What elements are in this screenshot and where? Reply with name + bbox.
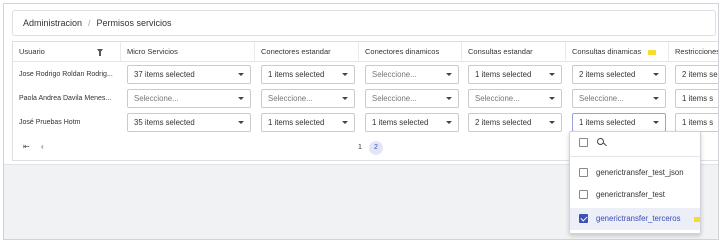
option-item-selected[interactable]: generictransfer_terceros (570, 208, 700, 230)
chevron-down-icon (342, 73, 348, 76)
select-all-row[interactable] (570, 132, 700, 154)
chevron-down-icon (549, 73, 555, 76)
app-frame: Administracion / Permisos servicios Usua… (3, 3, 719, 240)
restricciones-select[interactable]: 1 items s (675, 113, 718, 132)
option-label: generictransfer_terceros (596, 214, 681, 223)
select-value: 37 items selected (134, 70, 195, 79)
restricciones-select[interactable]: 1 items s (675, 89, 718, 108)
consultas-dinamicas-select[interactable]: Seleccione... (572, 89, 666, 108)
micro-servicios-select[interactable]: 35 items selected (127, 113, 251, 132)
header-consultas-dinamicas-label: Consultas dinamicas (572, 47, 642, 56)
breadcrumb-current: Permisos servicios (96, 18, 172, 28)
select-value: 2 items selected (475, 118, 532, 127)
highlight-marker (694, 217, 700, 222)
breadcrumb-separator: / (88, 18, 91, 28)
user-name: José Pruebas Hotm (19, 119, 81, 126)
select-value: 1 items selected (579, 118, 636, 127)
first-page-button[interactable]: ⇤ (23, 142, 30, 151)
select-placeholder: Seleccione... (475, 94, 520, 103)
micro-servicios-select[interactable]: Seleccione... (127, 89, 251, 108)
conectores-dinamicos-select[interactable]: 1 items selected (365, 113, 459, 132)
chevron-down-icon (446, 121, 452, 124)
select-placeholder: Seleccione... (268, 94, 313, 103)
user-name: Jose Rodrigo Roldan Rodrig... (19, 71, 113, 78)
select-value: 1 items selected (268, 118, 325, 127)
table-row: Paola Andrea Davila Menes... Seleccione.… (13, 87, 718, 111)
chevron-down-icon (446, 73, 452, 76)
chevron-down-icon (653, 73, 659, 76)
chevron-down-icon (238, 73, 244, 76)
select-value: 1 items s (682, 118, 714, 127)
conectores-estandar-select[interactable]: Seleccione... (261, 89, 355, 108)
conectores-estandar-select[interactable]: 1 items selected (261, 65, 355, 84)
chevron-down-icon (653, 121, 659, 124)
option-checkbox-checked[interactable] (579, 214, 588, 223)
restricciones-select[interactable]: 2 items se (675, 65, 718, 84)
select-value: 1 items selected (475, 70, 532, 79)
chevron-down-icon (238, 97, 244, 100)
select-value: 2 items se (682, 70, 718, 79)
header-restricciones[interactable]: Restricciones (669, 42, 718, 62)
divider (570, 156, 700, 157)
consultas-estandar-select[interactable]: 1 items selected (468, 65, 562, 84)
select-all-checkbox[interactable] (579, 138, 588, 147)
breadcrumb: Administracion / Permisos servicios (12, 10, 716, 36)
select-value: 1 items selected (372, 118, 429, 127)
consultas-estandar-select[interactable]: 2 items selected (468, 113, 562, 132)
header-consultas-estandar[interactable]: Consultas estandar (462, 42, 566, 62)
page-2-button[interactable]: 2 (369, 141, 383, 155)
page-1-button[interactable]: 1 (353, 141, 367, 155)
chevron-down-icon (238, 121, 244, 124)
option-item[interactable]: generictransfer_test_json (570, 162, 700, 184)
multiselect-dropdown: generictransfer_test_json generictransfe… (569, 131, 701, 234)
micro-servicios-select[interactable]: 37 items selected (127, 65, 251, 84)
highlight-marker (648, 50, 656, 55)
option-checkbox[interactable] (579, 190, 588, 199)
select-value: 35 items selected (134, 118, 195, 127)
table-row: Jose Rodrigo Roldan Rodrig... 37 items s… (13, 63, 718, 87)
select-placeholder: Seleccione... (372, 70, 417, 79)
select-value: 1 items selected (268, 70, 325, 79)
chevron-down-icon (549, 121, 555, 124)
consultas-estandar-select[interactable]: Seleccione... (468, 89, 562, 108)
chevron-down-icon (446, 97, 452, 100)
header-usuario-label: Usuario (19, 47, 45, 56)
grid-header: Usuario Micro Servicios Conectores estan… (13, 42, 718, 62)
select-value: 1 items s (682, 94, 714, 103)
chevron-down-icon (549, 97, 555, 100)
header-conectores-dinamicos[interactable]: Conectores dinamicos (359, 42, 462, 62)
option-label: generictransfer_test_json (596, 168, 684, 177)
conectores-estandar-select[interactable]: 1 items selected (261, 113, 355, 132)
conectores-dinamicos-select[interactable]: Seleccione... (365, 89, 459, 108)
breadcrumb-root[interactable]: Administracion (23, 18, 82, 28)
select-placeholder: Seleccione... (579, 94, 624, 103)
consultas-dinamicas-select[interactable]: 2 items selected (572, 65, 666, 84)
conectores-dinamicos-select[interactable]: Seleccione... (365, 65, 459, 84)
prev-page-button[interactable]: ‹ (41, 142, 44, 151)
select-placeholder: Seleccione... (372, 94, 417, 103)
header-usuario[interactable]: Usuario (13, 42, 121, 62)
filter-icon[interactable] (97, 49, 103, 56)
select-value: 2 items selected (579, 70, 636, 79)
header-micro-servicios[interactable]: Micro Servicios (121, 42, 255, 62)
option-label: generictransfer_test (596, 190, 665, 199)
option-item[interactable]: generictransfer_test (570, 184, 700, 206)
user-name: Paola Andrea Davila Menes... (19, 95, 112, 102)
header-conectores-estandar[interactable]: Conectores estandar (255, 42, 359, 62)
chevron-down-icon (342, 121, 348, 124)
chevron-down-icon (653, 97, 659, 100)
chevron-down-icon (342, 97, 348, 100)
consultas-dinamicas-select-open[interactable]: 1 items selected (572, 113, 666, 132)
select-placeholder: Seleccione... (134, 94, 179, 103)
search-icon[interactable] (597, 138, 604, 145)
option-checkbox[interactable] (579, 168, 588, 177)
